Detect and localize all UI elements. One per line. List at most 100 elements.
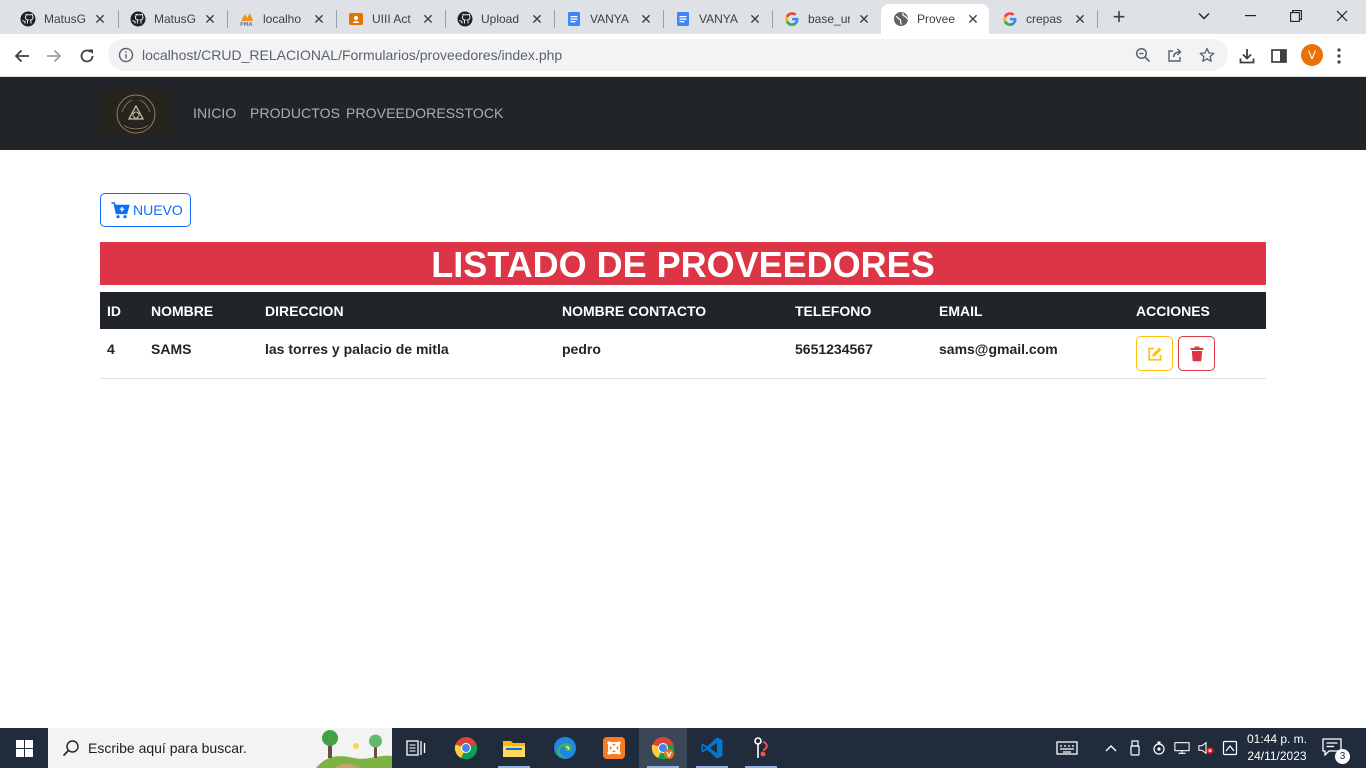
close-icon[interactable]: ✕	[965, 11, 981, 27]
close-icon[interactable]: ✕	[92, 11, 108, 27]
notification-badge: 3	[1335, 749, 1350, 764]
tab-title: VANYA	[590, 12, 629, 26]
close-window-button[interactable]	[1319, 0, 1365, 32]
browser-tab[interactable]: crepas ✕	[990, 4, 1096, 34]
tab-title: MatusG	[44, 12, 86, 26]
chrome-profile-icon	[651, 737, 675, 760]
minimize-icon	[1244, 15, 1256, 17]
nav-productos[interactable]: PRODUCTOS	[250, 105, 340, 121]
volume-muted-icon[interactable]	[1198, 740, 1214, 756]
restore-button[interactable]	[1273, 0, 1319, 32]
browser-tab-strip: MatusG ✕ MatusG ✕ PMA localho ✕ UIII Act…	[0, 0, 1366, 34]
taskbar-clock[interactable]: 01:44 p. m. 24/11/2023	[1242, 731, 1312, 765]
back-button[interactable]	[8, 42, 36, 70]
browser-tab[interactable]: Upload ✕	[445, 4, 553, 34]
close-icon[interactable]: ✕	[1072, 11, 1088, 27]
windows-taskbar: Escribe aquí para buscar. 01:44 p. m. 24…	[0, 728, 1366, 768]
windows-logo-icon	[15, 739, 33, 757]
close-icon[interactable]: ✕	[420, 11, 436, 27]
taskbar-file-explorer[interactable]	[490, 728, 538, 768]
trash-icon	[1190, 346, 1203, 361]
tab-title: crepas	[1026, 12, 1063, 26]
new-tab-button[interactable]: +	[1107, 6, 1131, 30]
tab-title: Upload	[481, 12, 520, 26]
clock-date: 24/11/2023	[1247, 749, 1307, 763]
nav-stock[interactable]: STOCK	[455, 105, 503, 121]
tab-title: VANYA	[699, 12, 738, 26]
clock-time: 01:44 p. m.	[1246, 732, 1308, 746]
tab-title: base_ur	[808, 12, 850, 26]
keyboard-layout-icon[interactable]	[1056, 740, 1078, 756]
taskbar-xampp[interactable]	[590, 728, 638, 768]
browser-tab[interactable]: base_ur ✕	[772, 4, 880, 34]
usb-icon[interactable]	[1127, 740, 1143, 756]
new-button-label: NUEVO	[133, 202, 183, 218]
github-icon	[130, 11, 146, 27]
more-vert-icon[interactable]	[1336, 47, 1342, 65]
restore-icon	[1290, 10, 1302, 22]
browser-tab[interactable]: MatusG ✕	[8, 4, 116, 34]
chrome-icon	[454, 737, 478, 760]
address-bar[interactable]: localhost/CRUD_RELACIONAL/Formularios/pr…	[108, 39, 1228, 71]
taskbar-git-app[interactable]	[737, 728, 785, 768]
providers-table: ID NOMBRE DIRECCION NOMBRE CONTACTO TELE…	[100, 292, 1266, 379]
zoom-icon[interactable]	[1135, 47, 1151, 63]
browser-tab[interactable]: MatusG ✕	[118, 4, 226, 34]
chevron-down-icon	[1198, 13, 1210, 20]
delete-button[interactable]	[1178, 336, 1215, 371]
close-icon[interactable]: ✕	[856, 11, 872, 27]
screen-clip-icon[interactable]	[1222, 740, 1238, 756]
browser-tab-active[interactable]: Provee ✕	[881, 4, 989, 34]
arrow-left-icon	[14, 49, 29, 63]
chevron-up-icon[interactable]	[1103, 740, 1119, 756]
close-icon[interactable]: ✕	[202, 11, 218, 27]
profile-avatar[interactable]: V	[1301, 44, 1323, 66]
task-view-button[interactable]	[392, 728, 440, 768]
close-icon[interactable]: ✕	[311, 11, 327, 27]
close-icon[interactable]: ✕	[529, 11, 545, 27]
close-icon[interactable]: ✕	[638, 11, 654, 27]
taskbar-vscode[interactable]	[688, 728, 736, 768]
cell-nombre: SAMS	[151, 341, 192, 357]
network-icon[interactable]	[1174, 740, 1190, 756]
browser-tab[interactable]: PMA localho ✕	[227, 4, 335, 34]
taskbar-edge[interactable]	[541, 728, 589, 768]
nav-proveedores[interactable]: PROVEEDORES	[346, 105, 455, 121]
download-icon[interactable]	[1238, 47, 1256, 65]
tab-title: UIII Act	[372, 12, 411, 26]
browser-tab[interactable]: UIII Act ✕	[336, 4, 444, 34]
minimize-button[interactable]	[1227, 0, 1273, 32]
browser-tab[interactable]: VANYA ✕	[554, 4, 662, 34]
task-view-icon	[406, 740, 426, 756]
brand-logo[interactable]	[100, 90, 172, 138]
site-navbar: INICIO PRODUCTOS PROVEEDORES STOCK	[0, 77, 1366, 150]
taskbar-chrome[interactable]	[442, 728, 490, 768]
tab-title: Provee	[917, 12, 956, 26]
reload-button[interactable]	[73, 42, 101, 70]
column-header: ID	[107, 303, 121, 319]
cell-id: 4	[107, 341, 115, 357]
url-text[interactable]: localhost/CRUD_RELACIONAL/Formularios/pr…	[142, 47, 562, 63]
forward-button[interactable]	[40, 42, 68, 70]
taskbar-chrome-profile[interactable]	[639, 728, 687, 768]
star-icon[interactable]	[1199, 47, 1215, 63]
taskbar-search-box[interactable]: Escribe aquí para buscar.	[48, 728, 392, 768]
notification-center-button[interactable]: 3	[1322, 738, 1350, 764]
side-panel-icon[interactable]	[1270, 47, 1288, 65]
crepas-logo-icon	[100, 90, 172, 138]
info-icon[interactable]	[118, 47, 134, 68]
close-icon[interactable]: ✕	[747, 11, 763, 27]
xampp-icon	[603, 737, 625, 759]
classroom-icon	[348, 11, 364, 27]
meet-now-icon[interactable]	[1151, 740, 1167, 756]
globe-icon	[893, 11, 909, 27]
tab-search-button[interactable]	[1181, 0, 1227, 32]
share-icon[interactable]	[1167, 47, 1183, 63]
edit-button[interactable]	[1136, 336, 1173, 371]
browser-tab[interactable]: VANYA ✕	[663, 4, 771, 34]
new-provider-button[interactable]: NUEVO	[100, 193, 191, 227]
start-button[interactable]	[0, 728, 48, 768]
google-icon	[784, 11, 800, 27]
column-header: TELEFONO	[795, 303, 872, 319]
nav-inicio[interactable]: INICIO	[193, 105, 236, 121]
